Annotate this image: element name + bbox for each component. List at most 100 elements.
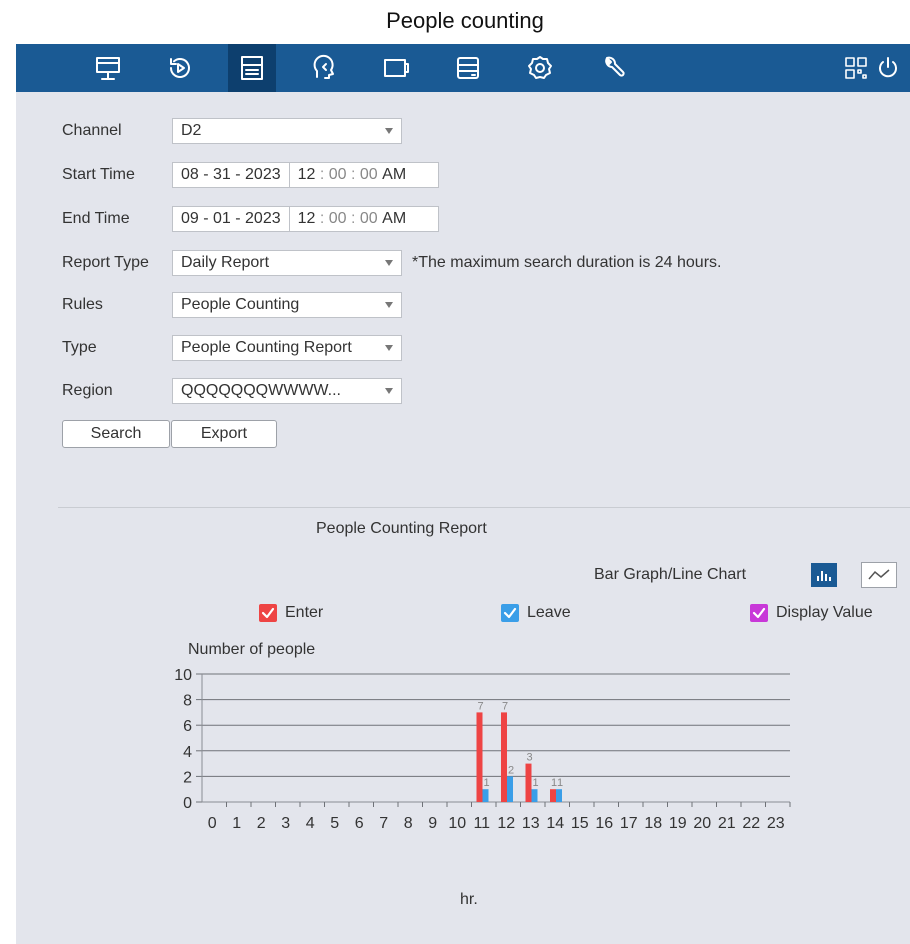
legend-leave[interactable]: Leave <box>501 603 571 623</box>
start-time-field[interactable]: 08 - 31 - 2023 12 : 00 : 00 AM <box>172 162 439 188</box>
power-icon[interactable] <box>864 44 910 92</box>
playback-icon[interactable] <box>156 44 204 92</box>
camera-icon[interactable] <box>372 44 420 92</box>
end-hour[interactable]: 12 <box>298 210 316 228</box>
end-time-row: End Time <box>62 206 172 232</box>
bar-value-label: 7 <box>502 700 508 712</box>
legend-enter-label: Enter <box>285 604 324 621</box>
x-tick-label: 16 <box>595 815 613 832</box>
y-tick-label: 10 <box>174 667 192 684</box>
settings-icon[interactable] <box>516 44 564 92</box>
check-icon <box>503 607 517 619</box>
legend-display-value[interactable]: Display Value <box>750 603 873 623</box>
report-type-select[interactable]: Daily Report <box>172 250 402 276</box>
channel-label: Channel <box>62 122 122 139</box>
leave-bar <box>531 789 538 802</box>
bar-value-label: 1 <box>532 777 538 789</box>
line-chart-icon <box>868 569 890 580</box>
start-date-value[interactable]: 08 - 31 - 2023 <box>181 163 290 187</box>
x-tick-label: 14 <box>546 815 564 832</box>
chevron-down-icon <box>385 345 393 351</box>
start-ampm[interactable]: AM <box>382 166 406 184</box>
ai-icon[interactable] <box>300 44 348 92</box>
region-value: QQQQQQQWWWW... <box>181 382 341 399</box>
region-label: Region <box>62 382 113 399</box>
type-label: Type <box>62 339 97 356</box>
bar-value-label: 1 <box>483 777 489 789</box>
enter-bar <box>476 712 483 802</box>
legend-display-value-label: Display Value <box>776 604 873 621</box>
x-tick-label: 18 <box>644 815 662 832</box>
divider <box>58 507 910 508</box>
legend-enter[interactable]: Enter <box>259 603 323 623</box>
x-tick-label: 10 <box>448 815 466 832</box>
x-tick-label: 0 <box>208 815 217 832</box>
start-second[interactable]: 00 <box>360 166 378 184</box>
x-tick-label: 5 <box>330 815 339 832</box>
type-value: People Counting Report <box>181 339 352 356</box>
x-tick-label: 22 <box>742 815 760 832</box>
end-time-field[interactable]: 09 - 01 - 2023 12 : 00 : 00 AM <box>172 206 439 232</box>
x-tick-label: 2 <box>257 815 266 832</box>
x-tick-label: 4 <box>306 815 315 832</box>
x-tick-label: 23 <box>767 815 785 832</box>
live-view-icon[interactable] <box>84 44 132 92</box>
rules-select[interactable]: People Counting <box>172 292 402 318</box>
enter-checkbox[interactable] <box>259 604 277 622</box>
leave-checkbox[interactable] <box>501 604 519 622</box>
chevron-down-icon <box>385 302 393 308</box>
display-value-checkbox[interactable] <box>750 604 768 622</box>
x-tick-label: 15 <box>571 815 589 832</box>
end-second[interactable]: 00 <box>360 210 378 228</box>
rules-value: People Counting <box>181 296 300 313</box>
x-tick-label: 1 <box>232 815 241 832</box>
channel-value: D2 <box>181 122 202 139</box>
maintenance-icon[interactable] <box>588 44 636 92</box>
chevron-down-icon <box>385 128 393 134</box>
x-tick-label: 7 <box>379 815 388 832</box>
export-button[interactable]: Export <box>171 420 277 448</box>
x-tick-label: 21 <box>718 815 736 832</box>
duration-note: *The maximum search duration is 24 hours… <box>412 254 722 271</box>
search-button[interactable]: Search <box>62 420 170 448</box>
x-tick-label: 8 <box>404 815 413 832</box>
y-tick-label: 4 <box>183 744 192 761</box>
end-ampm[interactable]: AM <box>382 210 406 228</box>
end-time-label: End Time <box>62 210 130 227</box>
region-row: Region <box>62 378 172 404</box>
bar-graph-toggle[interactable] <box>811 563 837 587</box>
channel-select[interactable]: D2 <box>172 118 402 144</box>
type-select[interactable]: People Counting Report <box>172 335 402 361</box>
x-tick-label: 17 <box>620 815 638 832</box>
main-toolbar <box>16 44 910 92</box>
end-date-value[interactable]: 09 - 01 - 2023 <box>181 207 290 231</box>
y-tick-label: 6 <box>183 718 192 735</box>
storage-icon[interactable] <box>444 44 492 92</box>
chart-toggle-label: Bar Graph/Line Chart <box>594 566 747 583</box>
leave-bar <box>507 776 513 802</box>
leave-bar <box>556 789 562 802</box>
line-chart-toggle[interactable] <box>861 562 897 588</box>
enter-bar <box>550 789 556 802</box>
x-tick-label: 20 <box>693 815 711 832</box>
report-title: People Counting Report <box>316 520 487 537</box>
check-icon <box>752 607 766 619</box>
search-icon[interactable] <box>228 44 276 92</box>
chevron-down-icon <box>385 260 393 266</box>
report-type-label: Report Type <box>62 254 149 271</box>
enter-bar <box>501 712 507 802</box>
report-type-value: Daily Report <box>181 254 270 271</box>
y-tick-label: 8 <box>183 693 192 710</box>
bar-value-label: 2 <box>508 764 514 776</box>
start-hour[interactable]: 12 <box>298 166 316 184</box>
content-panel: Channel D2 Start Time 08 - 31 - 2023 12 … <box>16 92 910 944</box>
region-select[interactable]: QQQQQQQWWWW... <box>172 378 402 404</box>
bar-value-label: 3 <box>526 752 532 764</box>
start-minute[interactable]: 00 <box>329 166 347 184</box>
end-minute[interactable]: 00 <box>329 210 347 228</box>
enter-bar <box>525 763 532 802</box>
start-time-row: Start Time <box>62 162 172 188</box>
check-icon <box>261 607 275 619</box>
rules-row: Rules <box>62 292 172 318</box>
x-tick-label: 12 <box>497 815 515 832</box>
